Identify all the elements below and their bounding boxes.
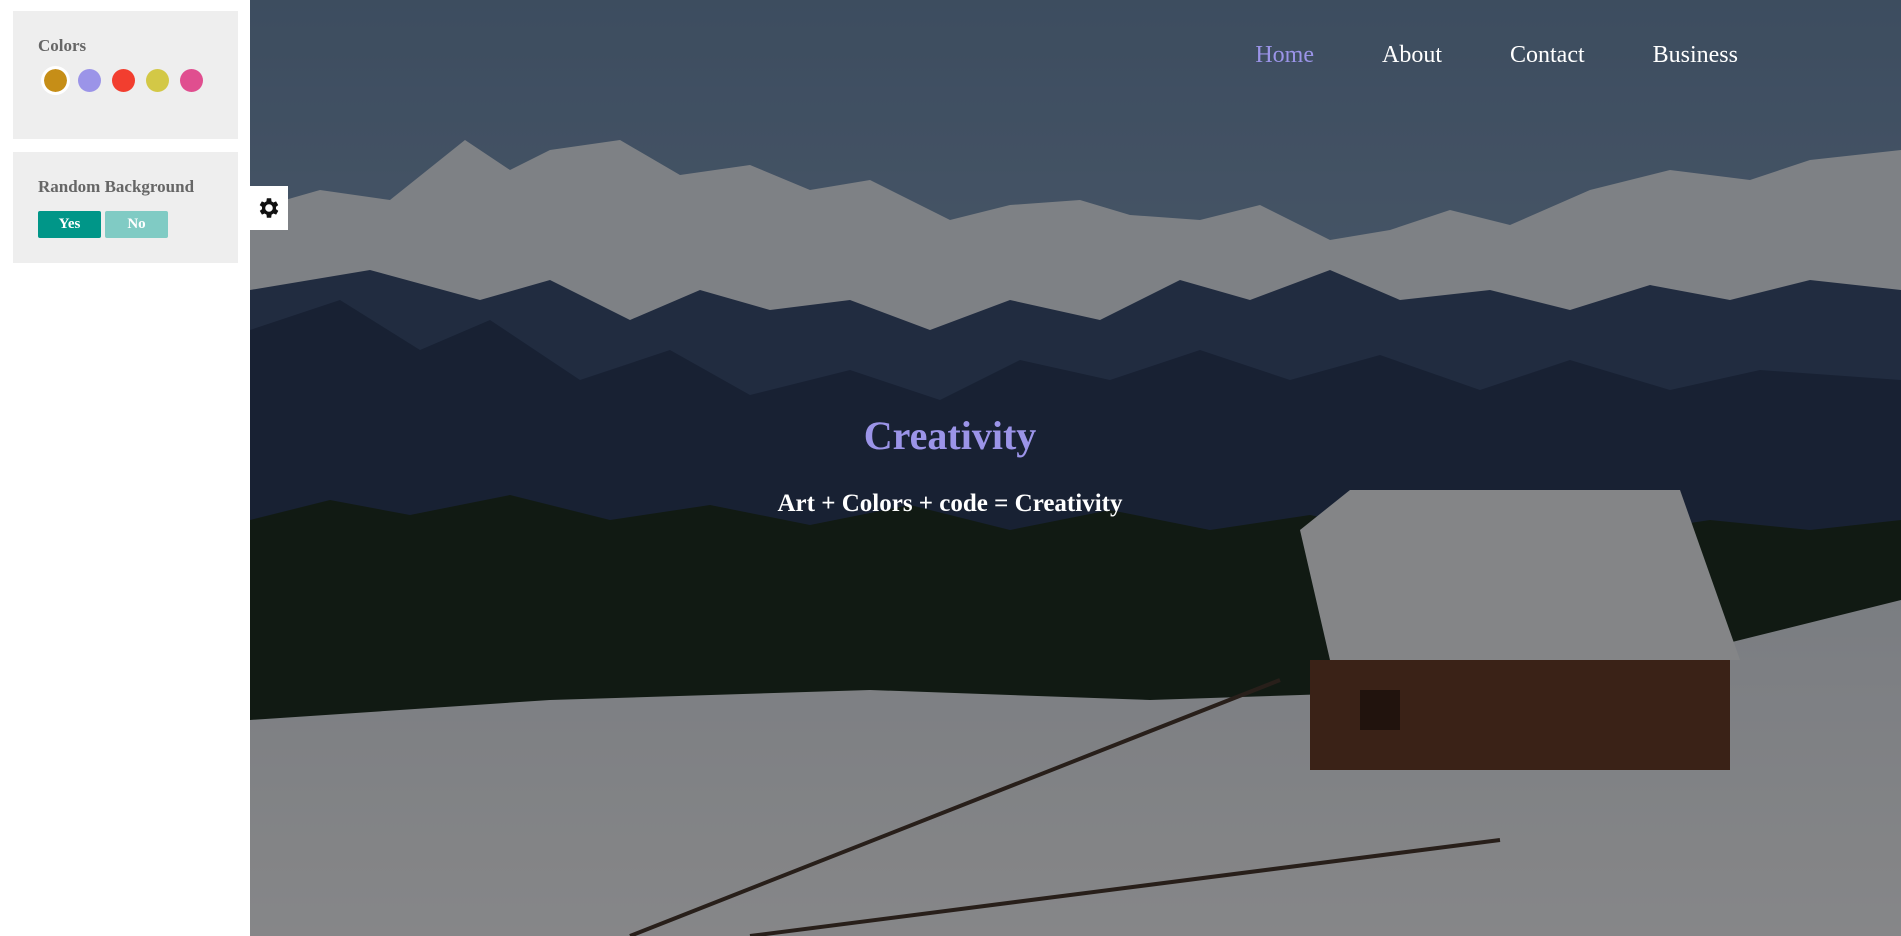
color-swatch-yellow[interactable]	[146, 69, 169, 92]
nav-contact[interactable]: Contact	[1510, 42, 1585, 69]
yes-button[interactable]: Yes	[38, 211, 101, 238]
colors-option-box: Colors	[13, 11, 238, 139]
no-button[interactable]: No	[105, 211, 168, 238]
nav-home[interactable]: Home	[1255, 42, 1314, 69]
gear-icon	[259, 198, 279, 218]
nav-about[interactable]: About	[1382, 42, 1442, 69]
hero-title: Creativity	[863, 413, 1037, 458]
random-background-option-box: Random Background Yes No	[13, 152, 238, 263]
nav-business[interactable]: Business	[1653, 42, 1738, 69]
landing-hero: Home About Contact Business Creativity A…	[250, 0, 1901, 936]
color-swatch-list	[42, 67, 203, 94]
dark-overlay	[250, 0, 1901, 936]
color-swatch-red[interactable]	[112, 69, 135, 92]
colors-title: Colors	[38, 36, 87, 55]
color-swatch-lavender[interactable]	[78, 69, 101, 92]
settings-panel: Colors Random Background Yes No	[0, 0, 250, 936]
color-swatch-gold[interactable]	[42, 67, 69, 94]
settings-toggle[interactable]	[250, 186, 288, 230]
main-nav: Home About Contact Business	[1255, 42, 1738, 69]
hero-subtitle: Art + Colors + code = Creativity	[777, 490, 1123, 517]
random-background-title: Random Background	[38, 177, 195, 196]
color-swatch-pink[interactable]	[180, 69, 203, 92]
random-background-buttons: Yes No	[38, 211, 168, 238]
